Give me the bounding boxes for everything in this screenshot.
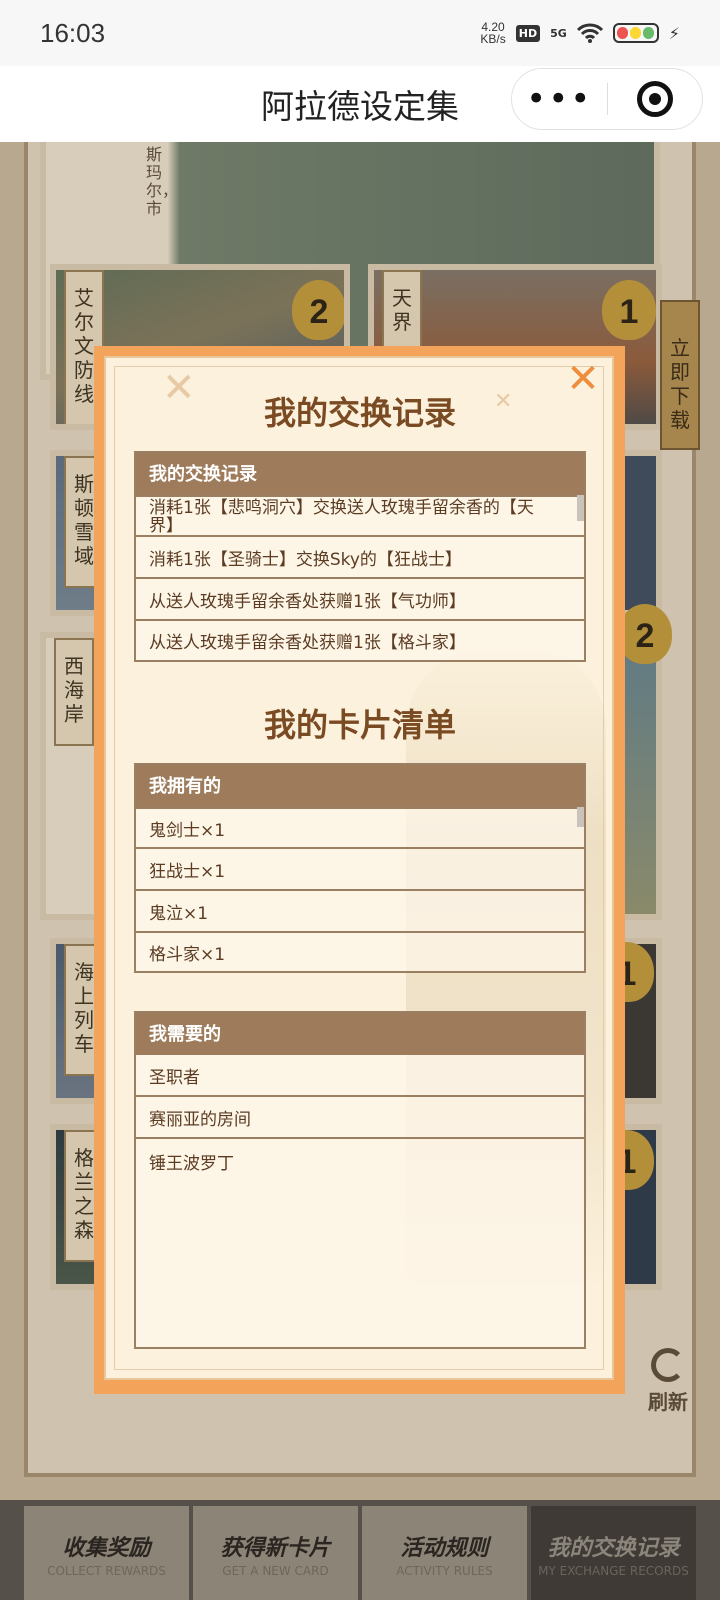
table-row: 格斗家×1	[136, 931, 584, 971]
card-count-badge: 2	[618, 604, 672, 664]
table-header: 我需要的	[136, 1013, 584, 1055]
refresh-button[interactable]: 刷新	[636, 1348, 700, 1415]
signal-icon: 5G	[550, 26, 567, 40]
scrollbar[interactable]	[577, 495, 584, 521]
scrollbar[interactable]	[577, 807, 584, 827]
needed-cards-table: 我需要的 圣职者 赛丽亚的房间 锤王波罗丁	[134, 1011, 586, 1349]
table-row: 鬼泣×1	[136, 889, 584, 931]
table-row: 赛丽亚的房间	[136, 1095, 584, 1137]
status-icons: 4.20 KB/s HD 5G ⚡	[480, 21, 680, 45]
tab-get-new-card[interactable]: 获得新卡片 GET A NEW CARD	[193, 1506, 358, 1600]
more-dots-icon[interactable]: •••	[512, 82, 607, 116]
table-header: 我的交换记录	[136, 453, 584, 495]
tab-activity-rules[interactable]: 活动规则 ACTIVITY RULES	[362, 1506, 527, 1600]
exchange-records-table: 我的交换记录 消耗1张【悲鸣洞穴】交换送人玫瑰手留余香的【天界】 消耗1张【圣骑…	[134, 451, 586, 662]
refresh-icon	[651, 1348, 685, 1382]
table-row: 消耗1张【圣骑士】交换Sky的【狂战士】	[136, 535, 584, 577]
tab-collect-rewards[interactable]: 收集奖励 COLLECT REWARDS	[24, 1506, 189, 1600]
table-row: 从送人玫瑰手留余香处获赠1张【气功师】	[136, 577, 584, 619]
mini-program-capsule: •••	[511, 68, 703, 130]
wifi-icon	[576, 23, 603, 43]
table-row: 从送人玫瑰手留余香处获赠1张【格斗家】	[136, 619, 584, 660]
status-bar: 16:03 4.20 KB/s HD 5G ⚡	[0, 0, 720, 66]
card-count-badge: 2	[292, 280, 344, 340]
table-row: 鬼剑士×1	[136, 807, 584, 847]
nav-bar: 阿拉德设定集 •••	[0, 66, 720, 142]
card-count-badge: 1	[602, 280, 656, 340]
target-close-icon[interactable]	[607, 81, 702, 117]
table-row: 消耗1张【悲鸣洞穴】交换送人玫瑰手留余香的【天界】	[136, 495, 584, 535]
bottom-tab-bar: 收集奖励 COLLECT REWARDS 获得新卡片 GET A NEW CAR…	[0, 1500, 720, 1600]
card-list-title: 我的卡片清单	[263, 706, 456, 744]
status-time: 16:03	[40, 17, 106, 48]
owned-cards-table: 我拥有的 鬼剑士×1 狂战士×1 鬼泣×1 格斗家×1	[134, 763, 586, 973]
charging-icon: ⚡	[668, 23, 680, 43]
exchange-records-title: 我的交换记录	[263, 394, 456, 432]
network-speed: 4.20 KB/s	[480, 20, 506, 46]
table-row: 狂战士×1	[136, 847, 584, 889]
battery-icon	[612, 23, 659, 43]
tab-my-exchange-records[interactable]: 我的交换记录 MY EXCHANGE RECORDS	[531, 1506, 696, 1600]
table-row: 圣职者	[149, 1067, 200, 1088]
hd-icon: HD	[515, 24, 541, 42]
table-row: 锤王波罗丁	[136, 1137, 584, 1345]
table-header: 我拥有的	[136, 765, 584, 807]
